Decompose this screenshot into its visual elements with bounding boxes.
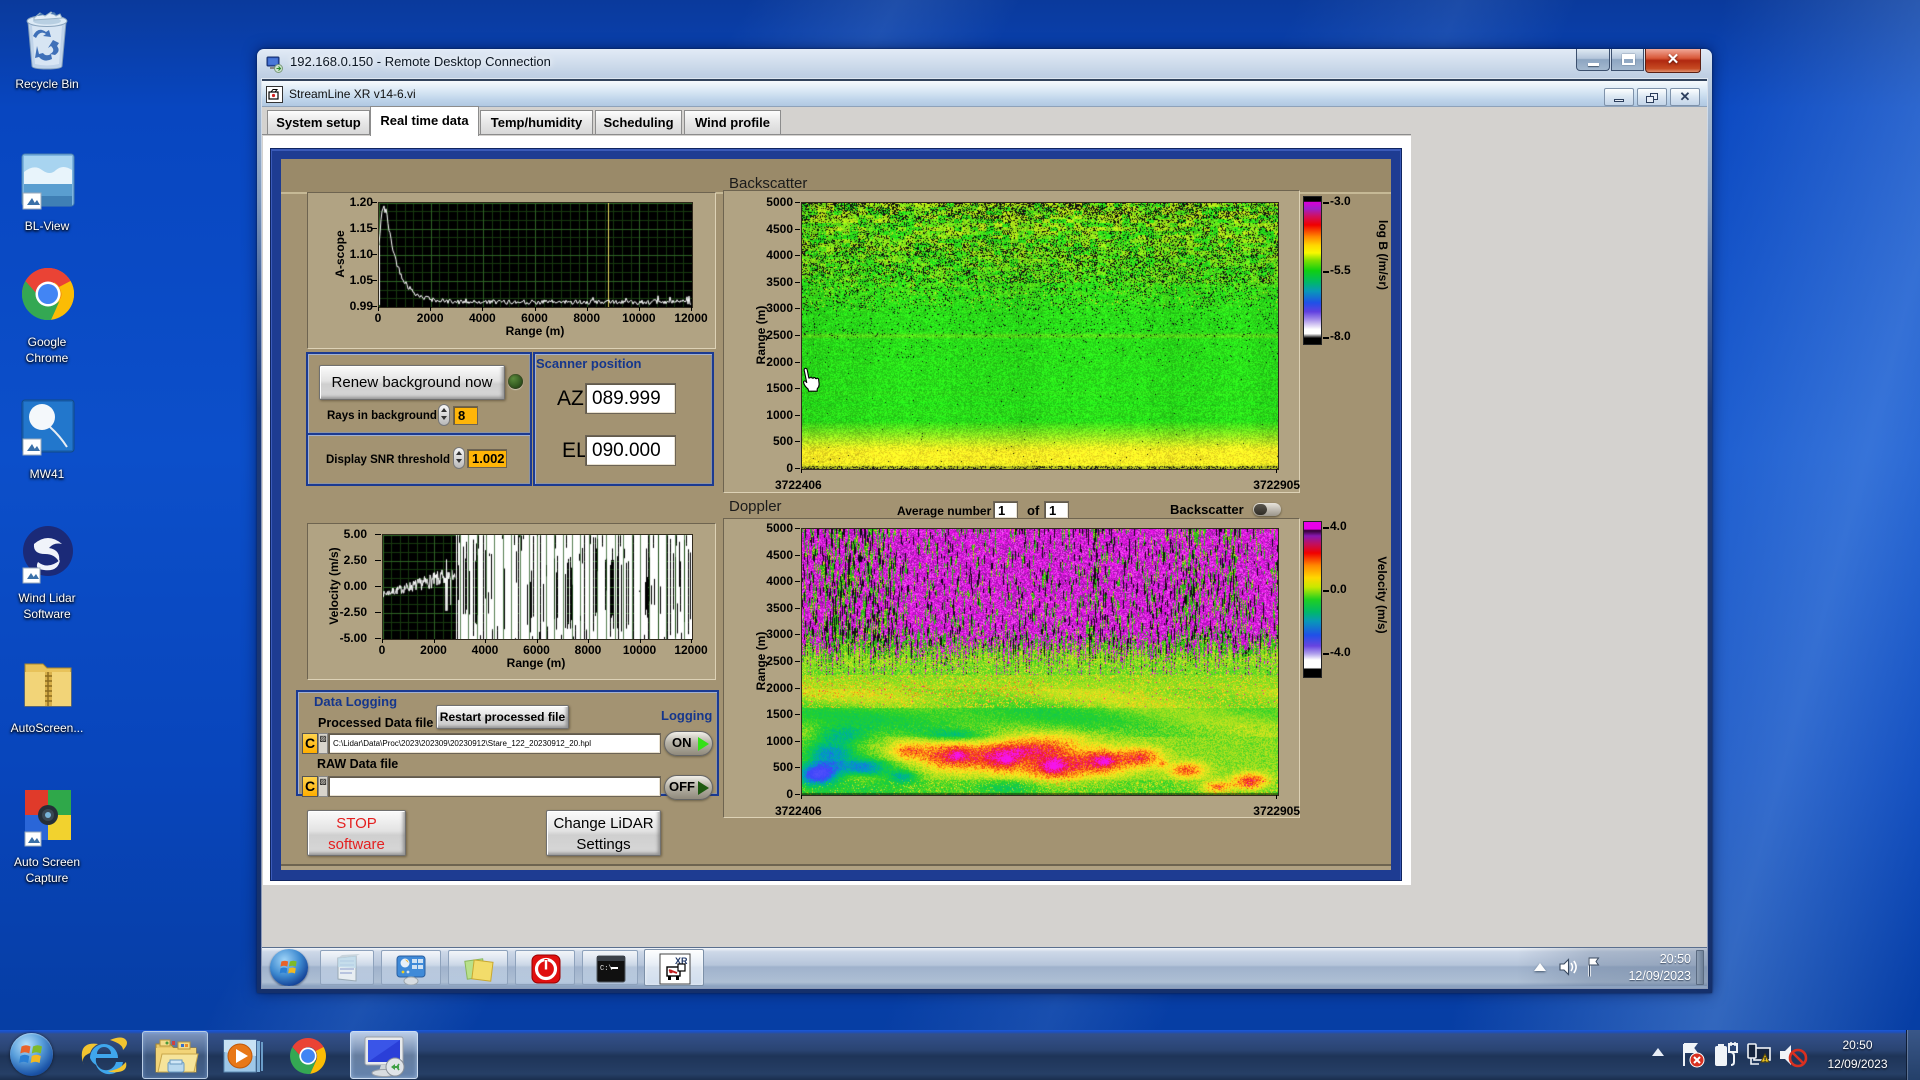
- svg-text:C:\: C:\: [600, 965, 613, 973]
